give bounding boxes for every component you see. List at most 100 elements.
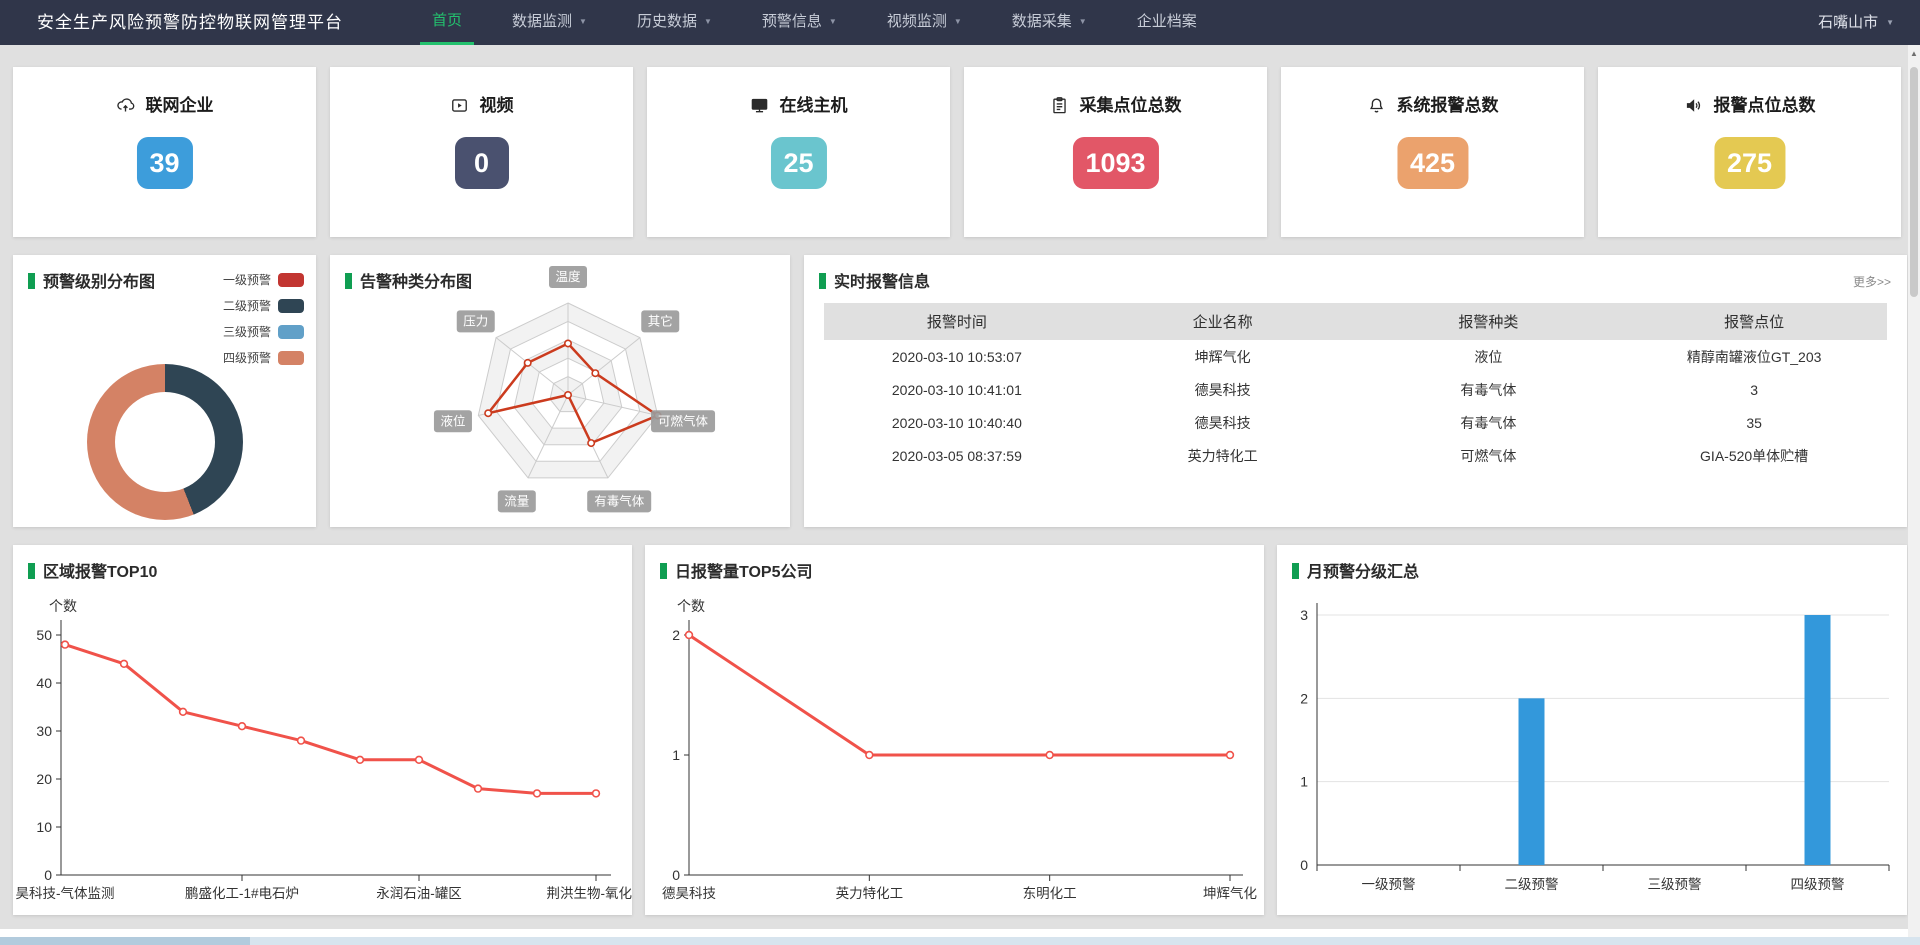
legend-swatch: [278, 299, 304, 313]
data-point: [239, 723, 246, 730]
title-marker: [819, 273, 826, 289]
table-row[interactable]: 2020-03-10 10:53:07 坤辉气化 液位 精醇南罐液位GT_203: [824, 340, 1887, 373]
panel-monthly-warning-summary: 月预警分级汇总 0123一级预警二级预警三级预警四级预警: [1277, 545, 1907, 915]
panel-realtime-alarms: 实时报警信息 更多>> 报警时间 企业名称 报警种类 报警点位 2020-03-…: [804, 255, 1907, 527]
scroll-up-icon[interactable]: ▲: [1908, 45, 1920, 58]
chevron-down-icon: ▼: [954, 17, 962, 26]
table-row[interactable]: 2020-03-05 08:37:59 英力特化工 可燃气体 GIA-520单体…: [824, 439, 1887, 472]
table-row[interactable]: 2020-03-10 10:40:40 德昊科技 有毒气体 35: [824, 406, 1887, 439]
radar-data-point: [565, 392, 571, 398]
x-tick-label: 四级预警: [1791, 877, 1845, 892]
table-cell: 2020-03-05 08:37:59: [824, 439, 1090, 472]
y-axis-title: 个数: [49, 598, 77, 614]
alarm-table: 报警时间 企业名称 报警种类 报警点位 2020-03-10 10:53:07 …: [824, 303, 1887, 472]
radar-axis-label: 液位: [440, 413, 465, 428]
nav-item-history-data[interactable]: 历史数据▼: [625, 0, 724, 45]
horizontal-scrollbar-thumb[interactable]: [0, 937, 250, 945]
table-row[interactable]: 2020-03-10 10:41:01 德昊科技 有毒气体 3: [824, 373, 1887, 406]
title-marker: [1292, 563, 1299, 579]
legend-swatch: [278, 351, 304, 365]
stat-card-label: 联网企业: [146, 96, 214, 115]
data-point: [121, 660, 128, 667]
bar: [1519, 698, 1545, 865]
y-tick-label: 1: [672, 747, 680, 763]
data-point: [534, 790, 541, 797]
title-marker: [660, 563, 667, 579]
monitor-icon: [750, 96, 769, 115]
region-selector[interactable]: 石嘴山市▼: [1818, 0, 1894, 45]
donut-legend: 一级预警 二级预警 三级预警 四级预警: [223, 271, 304, 375]
panel-daily-alarm-top5: 日报警量TOP5公司 012个数德昊科技英力特化工东明化工坤辉气化: [645, 545, 1264, 915]
speaker-icon: [1684, 96, 1703, 115]
table-header-row: 报警时间 企业名称 报警种类 报警点位: [824, 303, 1887, 340]
stat-card-alarm-points: 报警点位总数 275: [1598, 67, 1901, 237]
nav-item-enterprise-archive[interactable]: 企业档案: [1125, 0, 1209, 45]
more-link[interactable]: 更多>>: [1853, 273, 1891, 290]
table-cell: 液位: [1356, 340, 1622, 373]
data-point: [298, 737, 305, 744]
stat-card-online-hosts: 在线主机 25: [647, 67, 950, 237]
chevron-down-icon: ▼: [579, 17, 587, 26]
data-point: [416, 756, 423, 763]
app-title: 安全生产风险预警防控物联网管理平台: [37, 0, 343, 45]
legend-item-level3[interactable]: 三级预警: [223, 323, 304, 340]
y-tick-label: 1: [1300, 774, 1308, 790]
y-tick-label: 2: [1300, 690, 1308, 706]
nav-item-home[interactable]: 首页: [420, 0, 474, 45]
legend-swatch: [278, 273, 304, 287]
top-navbar: 安全生产风险预警防控物联网管理平台 首页 数据监测▼ 历史数据▼ 预警信息▼ 视…: [0, 0, 1920, 45]
stat-value-badge: 275: [1714, 137, 1785, 189]
panel-title: 月预警分级汇总: [1307, 564, 1419, 581]
table-header-cell: 企业名称: [1090, 303, 1356, 340]
table-cell: 2020-03-10 10:53:07: [824, 340, 1090, 373]
stat-value-badge: 0: [455, 137, 509, 189]
radar-chart: 温度其它可燃气体有毒气体流量液位压力: [330, 255, 790, 527]
stat-card-collection-points: 采集点位总数 1093: [964, 67, 1267, 237]
legend-swatch: [278, 325, 304, 339]
panel-alarm-type-distribution: 告警种类分布图 温度其它可燃气体有毒气体流量液位压力: [330, 255, 790, 527]
chevron-down-icon: ▼: [704, 17, 712, 26]
title-marker: [28, 563, 35, 579]
cloud-link-icon: [116, 96, 135, 115]
bell-icon: [1367, 96, 1386, 115]
legend-item-level2[interactable]: 二级预警: [223, 297, 304, 314]
x-tick-label: 德昊科技: [662, 886, 716, 901]
stat-value-badge: 1093: [1072, 137, 1158, 189]
vertical-scrollbar[interactable]: ▲: [1908, 45, 1920, 937]
radar-data-point: [565, 340, 571, 346]
legend-item-level1[interactable]: 一级预警: [223, 271, 304, 288]
nav-item-data-monitor[interactable]: 数据监测▼: [500, 0, 599, 45]
y-tick-label: 20: [36, 771, 52, 787]
table-header-cell: 报警种类: [1356, 303, 1622, 340]
horizontal-scrollbar[interactable]: [0, 937, 1920, 945]
vertical-scrollbar-thumb[interactable]: [1910, 67, 1918, 297]
nav-item-data-collection[interactable]: 数据采集▼: [1000, 0, 1099, 45]
stat-card-system-alarms: 系统报警总数 425: [1281, 67, 1584, 237]
x-tick-label: 坤辉气化: [1203, 886, 1257, 901]
radar-axis-label: 流量: [504, 494, 529, 508]
x-tick-label: 荆洪生物-氧化反: [547, 886, 633, 901]
legend-item-level4[interactable]: 四级预警: [223, 349, 304, 366]
x-tick-label: 东明化工: [1023, 886, 1077, 901]
stat-value-badge: 425: [1397, 137, 1468, 189]
stat-value-badge: 39: [136, 137, 192, 189]
data-point: [62, 641, 69, 648]
radar-axis-label: 温度: [555, 269, 581, 284]
table-cell: GIA-520单体贮槽: [1621, 439, 1887, 472]
table-cell: 有毒气体: [1356, 373, 1622, 406]
donut-chart: [87, 364, 243, 520]
stat-card-video: 视频 0: [330, 67, 633, 237]
table-cell: 坤辉气化: [1090, 340, 1356, 373]
y-tick-label: 0: [672, 867, 680, 883]
stat-card-label: 系统报警总数: [1397, 96, 1499, 115]
radar-data-point: [485, 410, 491, 416]
table-cell: 精醇南罐液位GT_203: [1621, 340, 1887, 373]
y-tick-label: 30: [36, 723, 52, 739]
panel-title: 区域报警TOP10: [43, 564, 157, 581]
y-tick-label: 0: [1300, 857, 1308, 873]
nav-item-video-monitor[interactable]: 视频监测▼: [875, 0, 974, 45]
bar-chart-monthly-summary: 0123一级预警二级预警三级预警四级预警: [1277, 545, 1907, 915]
table-cell: 英力特化工: [1090, 439, 1356, 472]
nav-item-warning-info[interactable]: 预警信息▼: [750, 0, 849, 45]
table-header-cell: 报警点位: [1621, 303, 1887, 340]
